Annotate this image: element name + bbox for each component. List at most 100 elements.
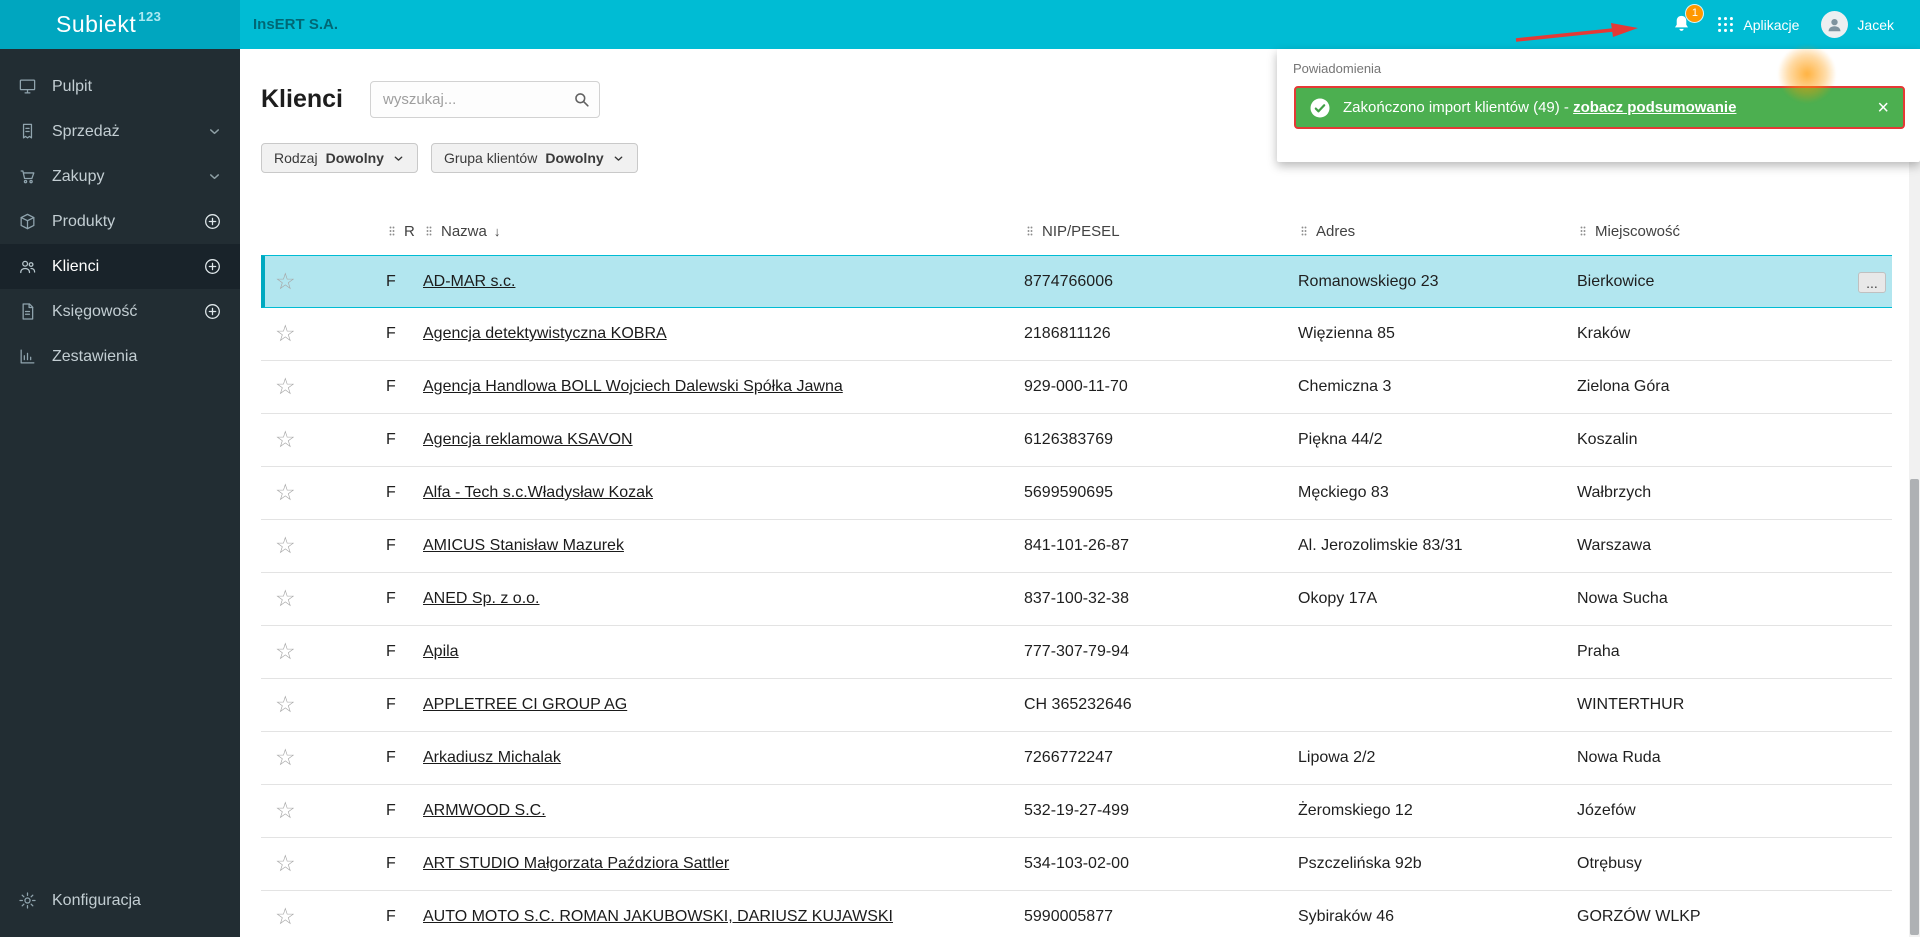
client-name-link[interactable]: Agencja detektywistyczna KOBRA	[423, 325, 667, 342]
favorite-star-icon[interactable]: ☆	[275, 268, 296, 294]
sidebar-item-ksiegowosc[interactable]: Księgowość	[0, 289, 240, 334]
cell-nip: 6126383769	[1024, 414, 1298, 467]
table-row[interactable]: ☆ F APPLETREE CI GROUP AG CH 365232646 WINTE…	[261, 679, 1892, 732]
cell-type: F	[371, 308, 423, 361]
client-name-link[interactable]: AMICUS Stanisław Mazurek	[423, 537, 624, 554]
client-name-link[interactable]: Apila	[423, 643, 459, 660]
cell-city: Kraków	[1577, 308, 1892, 361]
table-row[interactable]: ☆ F ANED Sp. z o.o. 837-100-32-38 Okopy 17A N…	[261, 573, 1892, 626]
cell-city: Warszawa	[1577, 520, 1892, 573]
favorite-star-icon[interactable]: ☆	[275, 479, 296, 505]
app-logo[interactable]: Subiekt 123	[0, 0, 240, 49]
drag-handle-icon[interactable]	[1577, 224, 1589, 238]
client-name-link[interactable]: ART STUDIO Małgorzata Paździora Sattler	[423, 855, 729, 872]
client-name-link[interactable]: Agencja reklamowa KSAVON	[423, 431, 633, 448]
drag-handle-icon[interactable]	[1298, 224, 1310, 238]
import-success-toast: Zakończono import klientów (49) - zobacz…	[1294, 86, 1905, 129]
client-name-link[interactable]: Arkadiusz Michalak	[423, 749, 561, 766]
scrollbar[interactable]	[1909, 49, 1920, 937]
favorite-star-icon[interactable]: ☆	[275, 638, 296, 664]
clients-table: R Nazwa ↓ NIP/PESEL Adres Miejscowość ☆ F AD-MA…	[261, 207, 1892, 937]
cell-type: F	[371, 732, 423, 785]
table-row[interactable]: ☆ F Agencja Handlowa BOLL Wojciech Dalewsk…	[261, 361, 1892, 414]
table-row[interactable]: ☆ F Alfa - Tech s.c.Władysław Kozak 5699590…	[261, 467, 1892, 520]
table-row[interactable]: ☆ F ART STUDIO Małgorzata Paździora Sattle…	[261, 838, 1892, 891]
client-name-link[interactable]: AUTO MOTO S.C. ROMAN JAKUBOWSKI, DARIUSZ…	[423, 908, 893, 925]
table-row[interactable]: ☆ F Apila 777-307-79-94 Praha	[261, 626, 1892, 679]
search-input[interactable]	[369, 80, 600, 118]
favorite-star-icon[interactable]: ☆	[275, 691, 296, 717]
notifications-bell-button[interactable]: 1	[1670, 4, 1704, 37]
scrollbar-thumb[interactable]	[1910, 479, 1919, 935]
column-header-nazwa[interactable]: Nazwa ↓	[423, 207, 1024, 255]
table-row[interactable]: ☆ F Agencja detektywistyczna KOBRA 21868111…	[261, 308, 1892, 361]
favorite-star-icon[interactable]: ☆	[275, 903, 296, 929]
reports-icon	[18, 347, 37, 366]
sidebar-item-konfiguracja[interactable]: Konfiguracja	[0, 878, 240, 923]
plus-circle-icon[interactable]	[203, 302, 222, 321]
plus-circle-icon[interactable]	[203, 257, 222, 276]
table-row[interactable]: ☆ F AD-MAR s.c. 8774766006 Romanowskiego 23 B…	[261, 255, 1892, 308]
favorite-star-icon[interactable]: ☆	[275, 797, 296, 823]
favorite-star-icon[interactable]: ☆	[275, 532, 296, 558]
table-row[interactable]: ☆ F AUTO MOTO S.C. ROMAN JAKUBOWSKI, DARIU…	[261, 891, 1892, 937]
sidebar-item-label: Sprzedaż	[52, 122, 120, 140]
favorite-star-icon[interactable]: ☆	[275, 373, 296, 399]
favorite-star-icon[interactable]: ☆	[275, 426, 296, 452]
client-name-link[interactable]: AD-MAR s.c.	[423, 273, 515, 290]
client-name-link[interactable]: APPLETREE CI GROUP AG	[423, 696, 627, 713]
client-name-link[interactable]: ANED Sp. z o.o.	[423, 590, 540, 607]
column-header-nip-pesel[interactable]: NIP/PESEL	[1024, 207, 1298, 255]
column-header-r[interactable]: R	[371, 207, 423, 255]
table-row[interactable]: ☆ F Arkadiusz Michalak 7266772247 Lipowa 2/2…	[261, 732, 1892, 785]
apps-menu-button[interactable]: Aplikacje	[1716, 15, 1799, 34]
chevron-down-icon	[207, 169, 222, 184]
cell-nip: 5990005877	[1024, 891, 1298, 937]
drag-handle-icon[interactable]	[423, 224, 435, 238]
cell-city: GORZÓW WLKP	[1577, 891, 1892, 937]
plus-circle-icon[interactable]	[203, 212, 222, 231]
table-row[interactable]: ☆ F ARMWOOD S.C. 532-19-27-499 Żeromskiego 1…	[261, 785, 1892, 838]
clients-icon	[18, 257, 37, 276]
filter-rodzaj[interactable]: Rodzaj Dowolny	[261, 143, 418, 173]
toast-close-button[interactable]: ×	[1875, 98, 1891, 118]
check-circle-icon	[1308, 96, 1332, 120]
column-header-miejscowosc[interactable]: Miejscowość	[1577, 207, 1892, 255]
sidebar-item-zakupy[interactable]: Zakupy	[0, 154, 240, 199]
user-menu-button[interactable]: Jacek	[1821, 11, 1894, 38]
cell-type: F	[371, 838, 423, 891]
search-icon[interactable]	[572, 90, 591, 109]
client-name-link[interactable]: Agencja Handlowa BOLL Wojciech Dalewski …	[423, 378, 843, 395]
filter-grupa-klientow[interactable]: Grupa klientów Dowolny	[430, 143, 638, 173]
favorite-star-icon[interactable]: ☆	[275, 850, 296, 876]
column-header-adres[interactable]: Adres	[1298, 207, 1577, 255]
notifications-panel-title: Powiadomienia	[1293, 61, 1382, 76]
user-name: Jacek	[1857, 16, 1894, 33]
sidebar-item-zestawienia[interactable]: Zestawienia	[0, 334, 240, 379]
cell-nip: 534-103-02-00	[1024, 838, 1298, 891]
gear-icon	[18, 891, 37, 910]
toast-message: Zakończono import klientów (49) - zobacz…	[1343, 99, 1737, 116]
favorite-star-icon[interactable]: ☆	[275, 744, 296, 770]
client-name-link[interactable]: Alfa - Tech s.c.Władysław Kozak	[423, 484, 653, 501]
cell-address: Sybiraków 46	[1298, 891, 1577, 937]
toast-summary-link[interactable]: zobacz podsumowanie	[1573, 99, 1736, 116]
purchases-icon	[18, 167, 37, 186]
cell-address: Piękna 44/2	[1298, 414, 1577, 467]
cell-address: Okopy 17A	[1298, 573, 1577, 626]
sidebar-item-produkty[interactable]: Produkty	[0, 199, 240, 244]
cell-type: F	[371, 891, 423, 937]
row-actions-button[interactable]: ...	[1858, 272, 1886, 293]
cell-nip: 7266772247	[1024, 732, 1298, 785]
drag-handle-icon[interactable]	[386, 224, 398, 238]
favorite-star-icon[interactable]: ☆	[275, 585, 296, 611]
table-row[interactable]: ☆ F AMICUS Stanisław Mazurek 841-101-26-87 A…	[261, 520, 1892, 573]
client-name-link[interactable]: ARMWOOD S.C.	[423, 802, 546, 819]
drag-handle-icon[interactable]	[1024, 224, 1036, 238]
sidebar-item-pulpit[interactable]: Pulpit	[0, 64, 240, 109]
table-row[interactable]: ☆ F Agencja reklamowa KSAVON 6126383769 Pięk…	[261, 414, 1892, 467]
sidebar-item-klienci[interactable]: Klienci	[0, 244, 240, 289]
sidebar-item-sprzedaz[interactable]: Sprzedaż	[0, 109, 240, 154]
favorite-star-icon[interactable]: ☆	[275, 320, 296, 346]
chevron-down-icon	[207, 124, 222, 139]
